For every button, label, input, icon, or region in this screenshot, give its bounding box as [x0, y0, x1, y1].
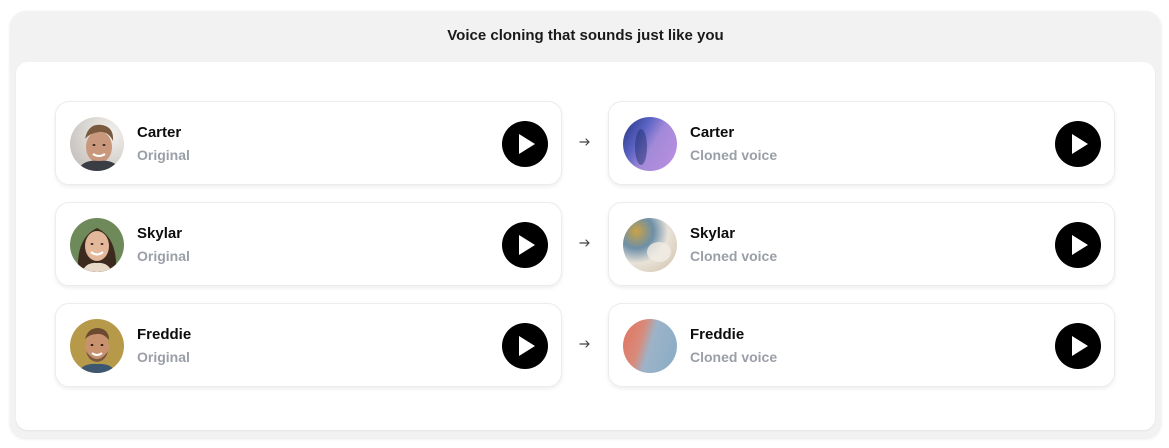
comparison-row: Carter Original Carter Cloned voice [16, 101, 1155, 185]
play-button[interactable] [1055, 222, 1101, 268]
play-button[interactable] [1055, 323, 1101, 369]
comparison-row: Skylar Original Skylar Cloned voice [16, 202, 1155, 286]
voice-type-label: Original [137, 349, 190, 365]
voice-type-label: Cloned voice [690, 248, 778, 264]
play-icon [1072, 134, 1088, 154]
speaker-name: Carter [690, 124, 735, 141]
voice-comparison-panel: Carter Original Carter Cloned voice Skyl… [16, 62, 1155, 430]
play-button[interactable] [502, 222, 548, 268]
play-icon [519, 134, 535, 154]
speaker-name: Carter [137, 124, 182, 141]
section-title: Voice cloning that sounds just like you [447, 27, 724, 44]
original-voice-card: Skylar Original [55, 202, 562, 286]
voice-type-label: Original [137, 147, 190, 163]
play-icon [519, 336, 535, 356]
play-icon [1072, 235, 1088, 255]
cloned-voice-card: Skylar Cloned voice [608, 202, 1115, 286]
original-voice-card: Carter Original [55, 101, 562, 185]
avatar [70, 319, 124, 373]
play-icon [1072, 336, 1088, 356]
play-button[interactable] [502, 121, 548, 167]
play-button[interactable] [502, 323, 548, 369]
cloned-voice-avatar [623, 117, 677, 171]
speaker-name: Freddie [137, 326, 192, 343]
voice-cloning-section: Voice cloning that sounds just like you [10, 11, 1161, 438]
arrow-right-icon [579, 340, 590, 348]
cloned-voice-avatar [623, 319, 677, 373]
voice-type-label: Cloned voice [690, 147, 778, 163]
voice-type-label: Cloned voice [690, 349, 778, 365]
cloned-voice-card: Freddie Cloned voice [608, 303, 1115, 387]
cloned-voice-card: Carter Cloned voice [608, 101, 1115, 185]
speaker-name: Freddie [690, 326, 745, 343]
play-icon [519, 235, 535, 255]
comparison-row: Freddie Original Freddie Cloned voice [16, 303, 1155, 387]
speaker-name: Skylar [137, 225, 183, 242]
avatar [70, 218, 124, 272]
cloned-voice-avatar [623, 218, 677, 272]
arrow-right-icon [579, 239, 590, 247]
original-voice-card: Freddie Original [55, 303, 562, 387]
voice-type-label: Original [137, 248, 190, 264]
play-button[interactable] [1055, 121, 1101, 167]
arrow-right-icon [579, 138, 590, 146]
speaker-name: Skylar [690, 225, 736, 242]
avatar [70, 117, 124, 171]
